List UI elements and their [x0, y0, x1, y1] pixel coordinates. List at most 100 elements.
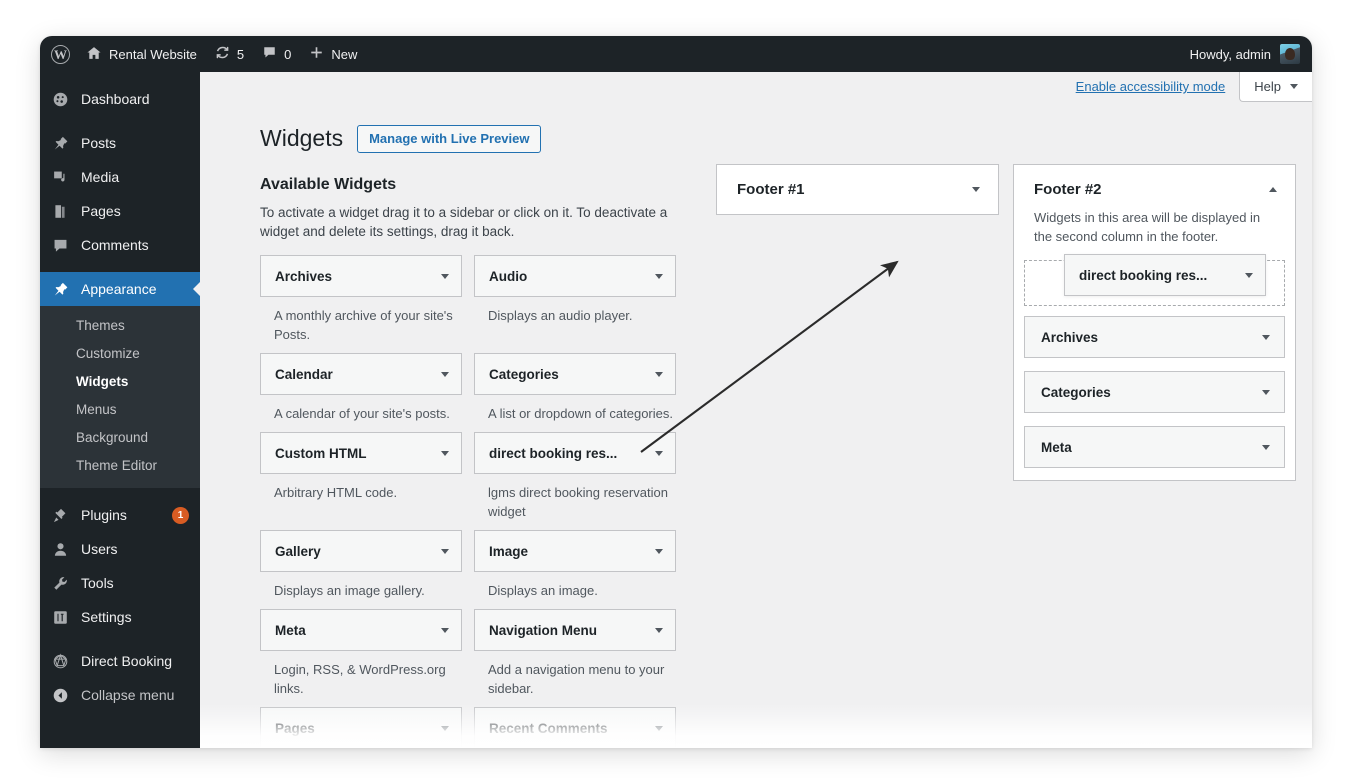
home-icon [86, 45, 102, 64]
widget-description: Displays an audio player. [488, 308, 633, 323]
available-widgets-section: Available Widgets To activate a widget d… [260, 176, 676, 748]
sidebar-item-tools[interactable]: Tools [40, 566, 200, 600]
adminbar-site-name[interactable]: Rental Website [77, 36, 206, 72]
widget-description: A monthly archive of your site's Posts. [274, 308, 453, 342]
wp-admin-bar: W Rental Website 5 0 New Howdy, admin [40, 36, 1312, 72]
widget-title: Navigation Menu [489, 622, 598, 638]
adminbar-updates[interactable]: 5 [206, 36, 253, 72]
chevron-up-icon[interactable] [1269, 187, 1277, 192]
widget-title: Audio [489, 268, 528, 284]
widget-meta[interactable]: Meta [260, 609, 462, 651]
widget-calendar[interactable]: Calendar [260, 353, 462, 395]
widget-title: Archives [275, 268, 333, 284]
chevron-down-icon[interactable] [441, 548, 449, 554]
assigned-widget-meta[interactable]: Meta [1024, 426, 1285, 468]
pages-icon [50, 201, 70, 221]
widget-title: Calendar [275, 366, 333, 382]
adminbar-account[interactable]: Howdy, admin [1181, 36, 1312, 72]
chevron-down-icon[interactable] [655, 548, 663, 554]
sidebar-item-direct-booking[interactable]: Direct Booking [40, 644, 200, 678]
dragged-widget-direct-booking-reservation[interactable]: direct booking res... [1064, 254, 1266, 296]
sidebar-item-background[interactable]: Background [40, 424, 200, 452]
chevron-down-icon[interactable] [1262, 444, 1270, 450]
menu-spacer [40, 72, 200, 82]
sidebar-item-customize[interactable]: Customize [40, 340, 200, 368]
collapse-menu-button[interactable]: Collapse menu [40, 678, 200, 712]
sidebar-item-label: Users [81, 541, 118, 557]
sidebar-item-dashboard[interactable]: Dashboard [40, 82, 200, 116]
chevron-down-icon[interactable] [972, 187, 980, 192]
comment-bubble-icon [50, 235, 70, 255]
sidebar-item-posts[interactable]: Posts [40, 126, 200, 160]
available-widgets-description: To activate a widget drag it to a sideba… [260, 205, 668, 239]
widget-title: Meta [275, 622, 306, 638]
widget-card: Gallery Displays an image gallery. [260, 530, 462, 600]
widget-card: Categories A list or dropdown of categor… [474, 353, 676, 423]
settings-sliders-icon [50, 607, 70, 627]
widget-navigation-menu[interactable]: Navigation Menu [474, 609, 676, 651]
sidebar-item-appearance[interactable]: Appearance [40, 272, 201, 306]
sidebar-item-settings[interactable]: Settings [40, 600, 200, 634]
sidebar-item-pages[interactable]: Pages [40, 194, 200, 228]
enable-accessibility-mode-link[interactable]: Enable accessibility mode [1076, 72, 1240, 102]
chevron-down-icon[interactable] [1262, 389, 1270, 395]
widget-card: Audio Displays an audio player. [474, 255, 676, 344]
widget-title: direct booking res... [489, 445, 618, 461]
wordpress-logo-glyph: W [51, 44, 70, 64]
assigned-widget-categories[interactable]: Categories [1024, 371, 1285, 413]
manage-with-live-preview-button[interactable]: Manage with Live Preview [357, 124, 542, 153]
chevron-down-icon[interactable] [1245, 272, 1253, 278]
adminbar-comments[interactable]: 0 [253, 36, 300, 72]
widget-description: Login, RSS, & WordPress.org links. [274, 662, 446, 696]
chevron-down-icon[interactable] [655, 627, 663, 633]
widget-card: Meta Login, RSS, & WordPress.org links. [260, 609, 462, 698]
chevron-down-icon[interactable] [441, 627, 449, 633]
chevron-down-icon[interactable] [441, 371, 449, 377]
wordpress-logo-icon[interactable]: W [40, 36, 77, 72]
widget-title: Categories [1041, 384, 1111, 400]
screenshot-root: W Rental Website 5 0 New Howdy, admin Da… [0, 0, 1360, 780]
sidebar-item-themes[interactable]: Themes [40, 312, 200, 340]
sidebar-item-users[interactable]: Users [40, 532, 200, 566]
widget-archives[interactable]: Archives [260, 255, 462, 297]
widget-areas-section: Footer #1 Footer #2 Widgets in this area… [716, 164, 1296, 481]
collapse-menu-label: Collapse menu [81, 687, 175, 703]
admin-sidebar-menu: Dashboard Posts Media Pages Comments App… [40, 72, 201, 748]
widget-custom-html[interactable]: Custom HTML [260, 432, 462, 474]
widget-title: direct booking res... [1079, 267, 1208, 283]
widget-area-column-right: Footer #2 Widgets in this area will be d… [1013, 164, 1296, 481]
help-tab-button[interactable]: Help [1239, 72, 1312, 102]
chevron-down-icon[interactable] [1262, 334, 1270, 340]
sidebar-panel-header-footer-1[interactable]: Footer #1 [717, 165, 998, 214]
widget-title: Meta [1041, 439, 1072, 455]
widget-title: Categories [489, 366, 559, 382]
widget-image[interactable]: Image [474, 530, 676, 572]
chevron-down-icon[interactable] [655, 273, 663, 279]
sidebar-item-widgets[interactable]: Widgets [40, 368, 200, 396]
sidebar-item-plugins[interactable]: Plugins 1 [40, 498, 200, 532]
sidebar-item-menus[interactable]: Menus [40, 396, 200, 424]
plugins-update-badge: 1 [172, 506, 189, 524]
chevron-down-icon[interactable] [655, 450, 663, 456]
menu-spacer [40, 116, 200, 126]
sidebar-item-theme-editor[interactable]: Theme Editor [40, 452, 200, 480]
widget-categories[interactable]: Categories [474, 353, 676, 395]
pin-icon [50, 133, 70, 153]
available-widgets-title: Available Widgets [260, 176, 397, 193]
sidebar-item-comments[interactable]: Comments [40, 228, 200, 262]
assigned-widget-archives[interactable]: Archives [1024, 316, 1285, 358]
direct-booking-icon [50, 651, 70, 671]
appearance-submenu: Themes Customize Widgets Menus Backgroun… [40, 306, 200, 488]
updates-count: 5 [236, 46, 245, 62]
users-icon [50, 539, 70, 559]
chevron-down-icon[interactable] [441, 450, 449, 456]
sidebar-panel-header-footer-2[interactable]: Footer #2 [1014, 165, 1295, 214]
widget-gallery[interactable]: Gallery [260, 530, 462, 572]
widget-audio[interactable]: Audio [474, 255, 676, 297]
adminbar-new-content[interactable]: New [300, 36, 366, 72]
widget-direct-booking-reservation[interactable]: direct booking res... [474, 432, 676, 474]
comments-count: 0 [284, 46, 292, 62]
chevron-down-icon[interactable] [441, 273, 449, 279]
chevron-down-icon[interactable] [655, 371, 663, 377]
sidebar-item-media[interactable]: Media [40, 160, 200, 194]
